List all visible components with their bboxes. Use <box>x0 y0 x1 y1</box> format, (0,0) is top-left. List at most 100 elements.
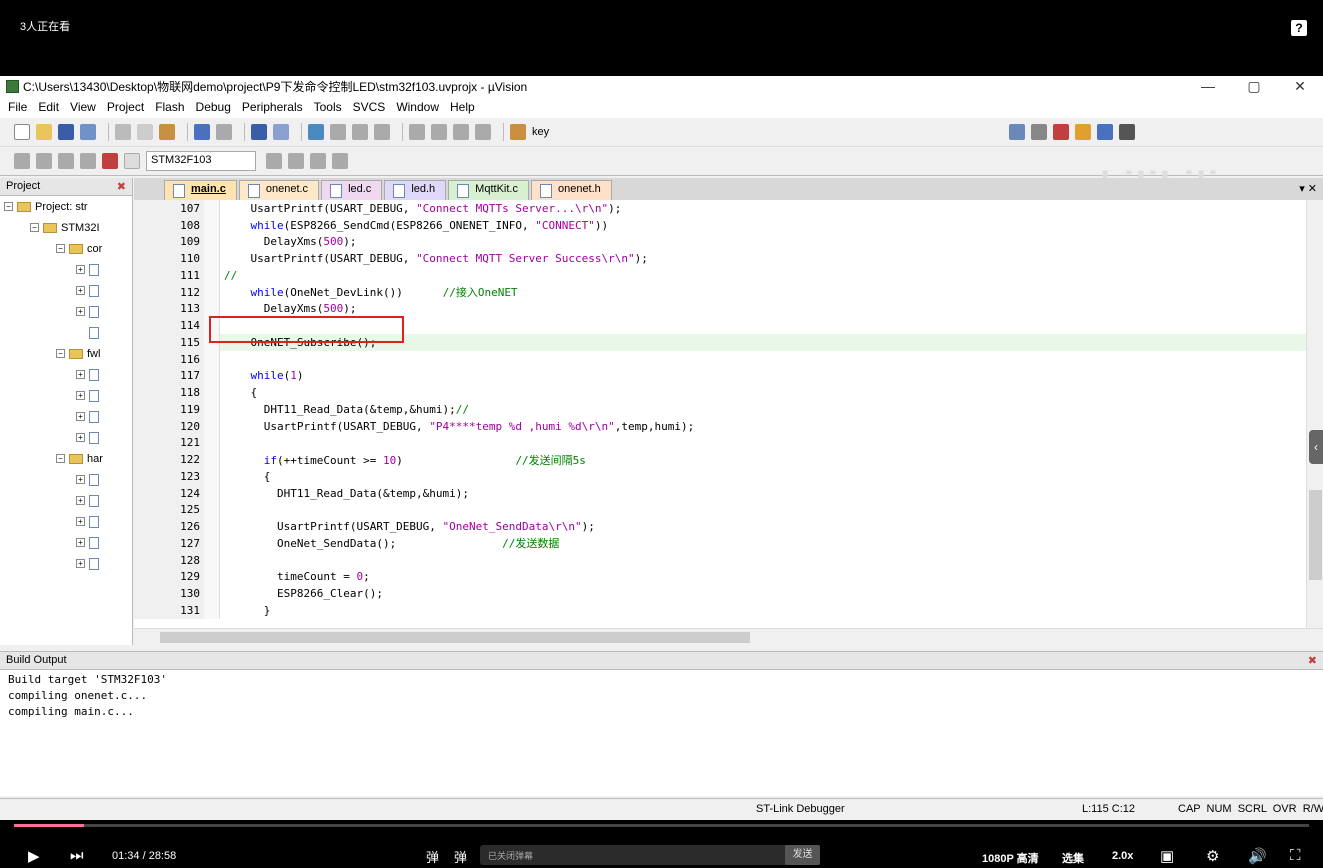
new-file-icon[interactable] <box>14 124 30 140</box>
redo-icon[interactable] <box>216 124 232 140</box>
menu-peripherals[interactable]: Peripherals <box>242 100 303 114</box>
tree-item[interactable]: − fwl <box>0 343 132 364</box>
kill-breakpoints-icon[interactable] <box>1075 124 1092 140</box>
open-file-icon[interactable] <box>36 124 52 140</box>
code-line[interactable]: 121 <box>134 434 1306 452</box>
next-icon[interactable]: ⏭ <box>70 847 84 864</box>
tree-item[interactable]: − STM32I <box>0 217 132 238</box>
code-line[interactable]: 129 timeCount = 0; <box>134 568 1306 586</box>
find-in-files-icon[interactable] <box>510 124 526 140</box>
editor-horizontal-scrollbar[interactable] <box>134 628 1323 645</box>
danmaku-settings-icon[interactable]: 弹 <box>454 847 467 866</box>
save-all-icon[interactable] <box>80 124 96 140</box>
danmaku-input[interactable]: 已关闭弹幕 <box>480 845 820 865</box>
download-icon[interactable] <box>124 153 140 169</box>
code-line[interactable]: 110 UsartPrintf(USART_DEBUG, "Connect MQ… <box>134 250 1306 267</box>
menu-svcs[interactable]: SVCS <box>353 100 386 114</box>
menu-view[interactable]: View <box>70 100 96 114</box>
menu-help[interactable]: Help <box>450 100 475 114</box>
tree-item[interactable]: + <box>0 259 132 280</box>
code-line[interactable]: 131 } <box>134 602 1306 619</box>
unindent-icon[interactable] <box>431 124 447 140</box>
config-icon[interactable] <box>1009 124 1026 140</box>
wrench-icon[interactable] <box>1119 124 1136 140</box>
minimize-button[interactable]: — <box>1185 76 1231 96</box>
maximize-button[interactable]: ▢ <box>1231 76 1277 96</box>
code-line[interactable]: 122 if(++timeCount >= 10) //发送间隔5s <box>134 451 1306 468</box>
tree-item[interactable]: − Project: str <box>0 196 132 217</box>
code-line[interactable]: 127 OneNet_SendData(); //发送数据 <box>134 535 1306 552</box>
code-line[interactable]: 119 DHT11_Read_Data(&temp,&humi);// <box>134 401 1306 418</box>
settings-gear-icon[interactable]: ⚙ <box>1206 847 1219 865</box>
tab-mqttkit-c[interactable]: MqttKit.c <box>448 180 529 200</box>
help-icon[interactable]: ? <box>1291 20 1307 36</box>
menu-debug[interactable]: Debug <box>196 100 231 114</box>
tab-onenet-h[interactable]: onenet.h <box>530 180 612 200</box>
menu-file[interactable]: File <box>8 100 27 114</box>
tree-item[interactable]: + <box>0 553 132 574</box>
tree-item[interactable] <box>0 322 132 343</box>
build-output-text[interactable]: Build target 'STM32F103' compiling onene… <box>0 670 1323 722</box>
rte-icon[interactable] <box>332 153 348 169</box>
code-area[interactable]: 107 UsartPrintf(USART_DEBUG, "Connect MQ… <box>134 200 1306 628</box>
panel-close-icon[interactable]: ✖ <box>117 180 126 193</box>
tree-item[interactable]: + <box>0 364 132 385</box>
editor-vertical-scrollbar[interactable] <box>1306 200 1323 628</box>
clear-bookmarks-icon[interactable] <box>374 124 390 140</box>
tabs-menu-icon[interactable]: ▾ ✕ <box>1299 182 1317 195</box>
build-close-icon[interactable]: ✖ <box>1308 654 1317 667</box>
select-packs-icon[interactable] <box>310 153 326 169</box>
volume-icon[interactable]: 🔊 <box>1248 847 1267 865</box>
tab-led-c[interactable]: led.c <box>321 180 383 200</box>
target-select[interactable]: STM32F103 <box>146 151 256 171</box>
tree-item[interactable]: + <box>0 301 132 322</box>
bookmark-icon[interactable] <box>308 124 324 140</box>
code-line[interactable]: 117 while(1) <box>134 367 1306 385</box>
batch-build-icon[interactable] <box>80 153 96 169</box>
tab-led-h[interactable]: led.h <box>384 180 447 200</box>
episodes-button[interactable]: 选集 <box>1062 850 1084 866</box>
paste-icon[interactable] <box>159 124 175 140</box>
code-line[interactable]: 124 DHT11_Read_Data(&temp,&humi); <box>134 484 1306 502</box>
code-line[interactable]: 111 // <box>134 267 1306 284</box>
code-line[interactable]: 126 UsartPrintf(USART_DEBUG, "OneNet_Sen… <box>134 518 1306 535</box>
cut-icon[interactable] <box>115 124 131 140</box>
quality-button[interactable]: 1080P 高清 <box>982 850 1039 866</box>
indent-icon[interactable] <box>409 124 425 140</box>
target-options-icon[interactable] <box>266 153 282 169</box>
tree-item[interactable]: + <box>0 532 132 553</box>
window-layout-icon[interactable] <box>1097 124 1114 140</box>
close-button[interactable]: ✕ <box>1277 76 1323 96</box>
code-line[interactable]: 113 DelayXms(500); <box>134 300 1306 318</box>
translate-icon[interactable] <box>14 153 30 169</box>
tree-item[interactable]: + <box>0 490 132 511</box>
code-line[interactable]: 116 <box>134 350 1306 368</box>
tree-item[interactable]: + <box>0 280 132 301</box>
play-icon[interactable]: ▶ <box>28 847 40 865</box>
copy-icon[interactable] <box>137 124 153 140</box>
tab-main-c[interactable]: main.c <box>164 180 237 200</box>
side-panel-toggle-icon[interactable]: ‹ <box>1309 430 1323 464</box>
nav-back-icon[interactable] <box>251 124 267 140</box>
danmaku-toggle-icon[interactable]: 弹 <box>426 847 439 866</box>
tree-item[interactable]: − cor <box>0 238 132 259</box>
next-bookmark-icon[interactable] <box>352 124 368 140</box>
code-line[interactable]: 107 UsartPrintf(USART_DEBUG, "Connect MQ… <box>134 200 1306 217</box>
tree-item[interactable]: + <box>0 427 132 448</box>
debug-session-icon[interactable] <box>1031 124 1048 140</box>
uncomment-icon[interactable] <box>475 124 491 140</box>
tree-item[interactable]: + <box>0 406 132 427</box>
tree-item[interactable]: − har <box>0 448 132 469</box>
fullscreen-icon[interactable]: ⛶ <box>1290 847 1301 864</box>
subtitle-icon[interactable]: ▣ <box>1160 847 1174 865</box>
prev-bookmark-icon[interactable] <box>330 124 346 140</box>
code-line[interactable]: 108 while(ESP8266_SendCmd(ESP8266_ONENET… <box>134 216 1306 234</box>
code-line[interactable]: 128 <box>134 551 1306 569</box>
code-line[interactable]: 109 DelayXms(500); <box>134 233 1306 251</box>
code-line[interactable]: 125 <box>134 501 1306 519</box>
build-icon[interactable] <box>36 153 52 169</box>
code-line[interactable]: 112 while(OneNet_DevLink()) //接入OneNET <box>134 283 1306 301</box>
menu-edit[interactable]: Edit <box>38 100 59 114</box>
tree-item[interactable]: + <box>0 469 132 490</box>
breakpoint-icon[interactable] <box>1053 124 1070 140</box>
